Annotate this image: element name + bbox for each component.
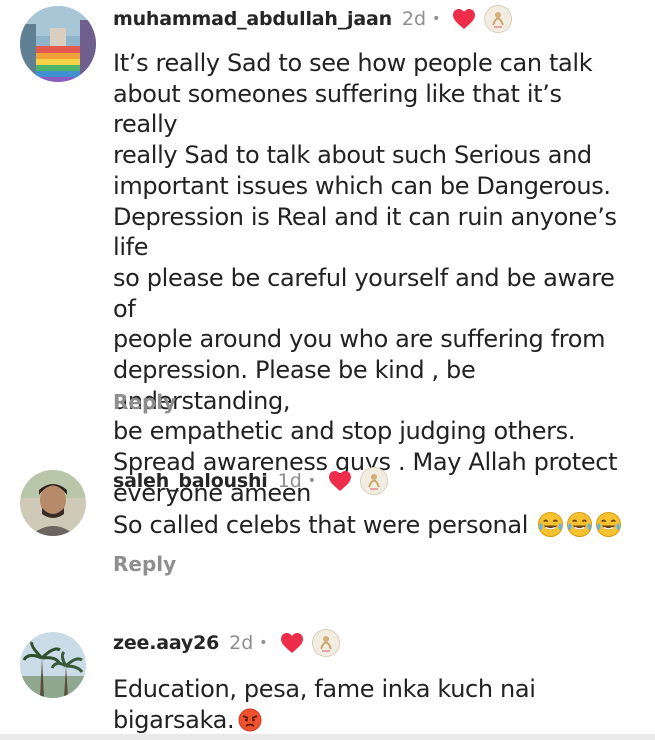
reply-button[interactable]: Reply (113, 390, 176, 414)
red-heart-icon (280, 632, 304, 654)
bottom-divider (0, 734, 655, 740)
comment-meta: zee.aay26 2d • (113, 628, 340, 658)
avatar-image (20, 632, 86, 698)
laughing-emoji-group (535, 511, 622, 539)
laughing-tears-emoji-icon (538, 511, 564, 538)
avatar-image (20, 470, 86, 536)
comment-meta: saleh_baloushi 1d • (113, 466, 389, 496)
avatar[interactable] (20, 470, 86, 536)
laughing-tears-emoji-icon (567, 511, 593, 538)
username[interactable]: muhammad_abdullah_jaan (113, 8, 392, 30)
comment-item: muhammad_abdullah_jaan 2d • It’s really … (0, 0, 655, 507)
separator-dot: • (307, 473, 317, 489)
separator-dot: • (432, 11, 441, 27)
comment-text-content: Education, pesa, fame inka kuch nai biga… (113, 675, 536, 734)
creator-avatar-icon (484, 5, 513, 33)
comments-screen: muhammad_abdullah_jaan 2d • It’s really … (0, 0, 655, 740)
red-heart-icon (452, 8, 476, 30)
avatar-image (20, 6, 96, 82)
avatar[interactable] (20, 6, 96, 82)
red-heart-icon (328, 470, 352, 492)
laughing-tears-emoji-icon (596, 511, 622, 538)
comment-text: It’s really Sad to see how people can ta… (113, 49, 618, 507)
avatar[interactable] (20, 632, 86, 698)
creator-avatar-icon (360, 467, 389, 495)
creator-avatar-icon (311, 629, 340, 657)
angry-face-emoji-icon (238, 708, 262, 732)
comment-item: saleh_baloushi 1d • So called celebs tha… (0, 460, 655, 610)
comment-item: zee.aay26 2d • Education, pesa, fame ink… (0, 622, 655, 740)
timestamp: 2d (401, 8, 427, 30)
timestamp: 2d (229, 632, 254, 654)
separator-dot: • (259, 635, 268, 651)
comment-text: So called celebs that were personal (113, 510, 633, 541)
comment-text-content: So called celebs that were personal (113, 511, 529, 539)
timestamp: 1d (277, 470, 302, 492)
username[interactable]: saleh_baloushi (113, 470, 268, 492)
comment-meta: muhammad_abdullah_jaan 2d • (113, 4, 513, 34)
comment-text: Education, pesa, fame inka kuch nai biga… (113, 674, 633, 735)
reply-button[interactable]: Reply (113, 552, 176, 576)
username[interactable]: zee.aay26 (113, 632, 219, 654)
